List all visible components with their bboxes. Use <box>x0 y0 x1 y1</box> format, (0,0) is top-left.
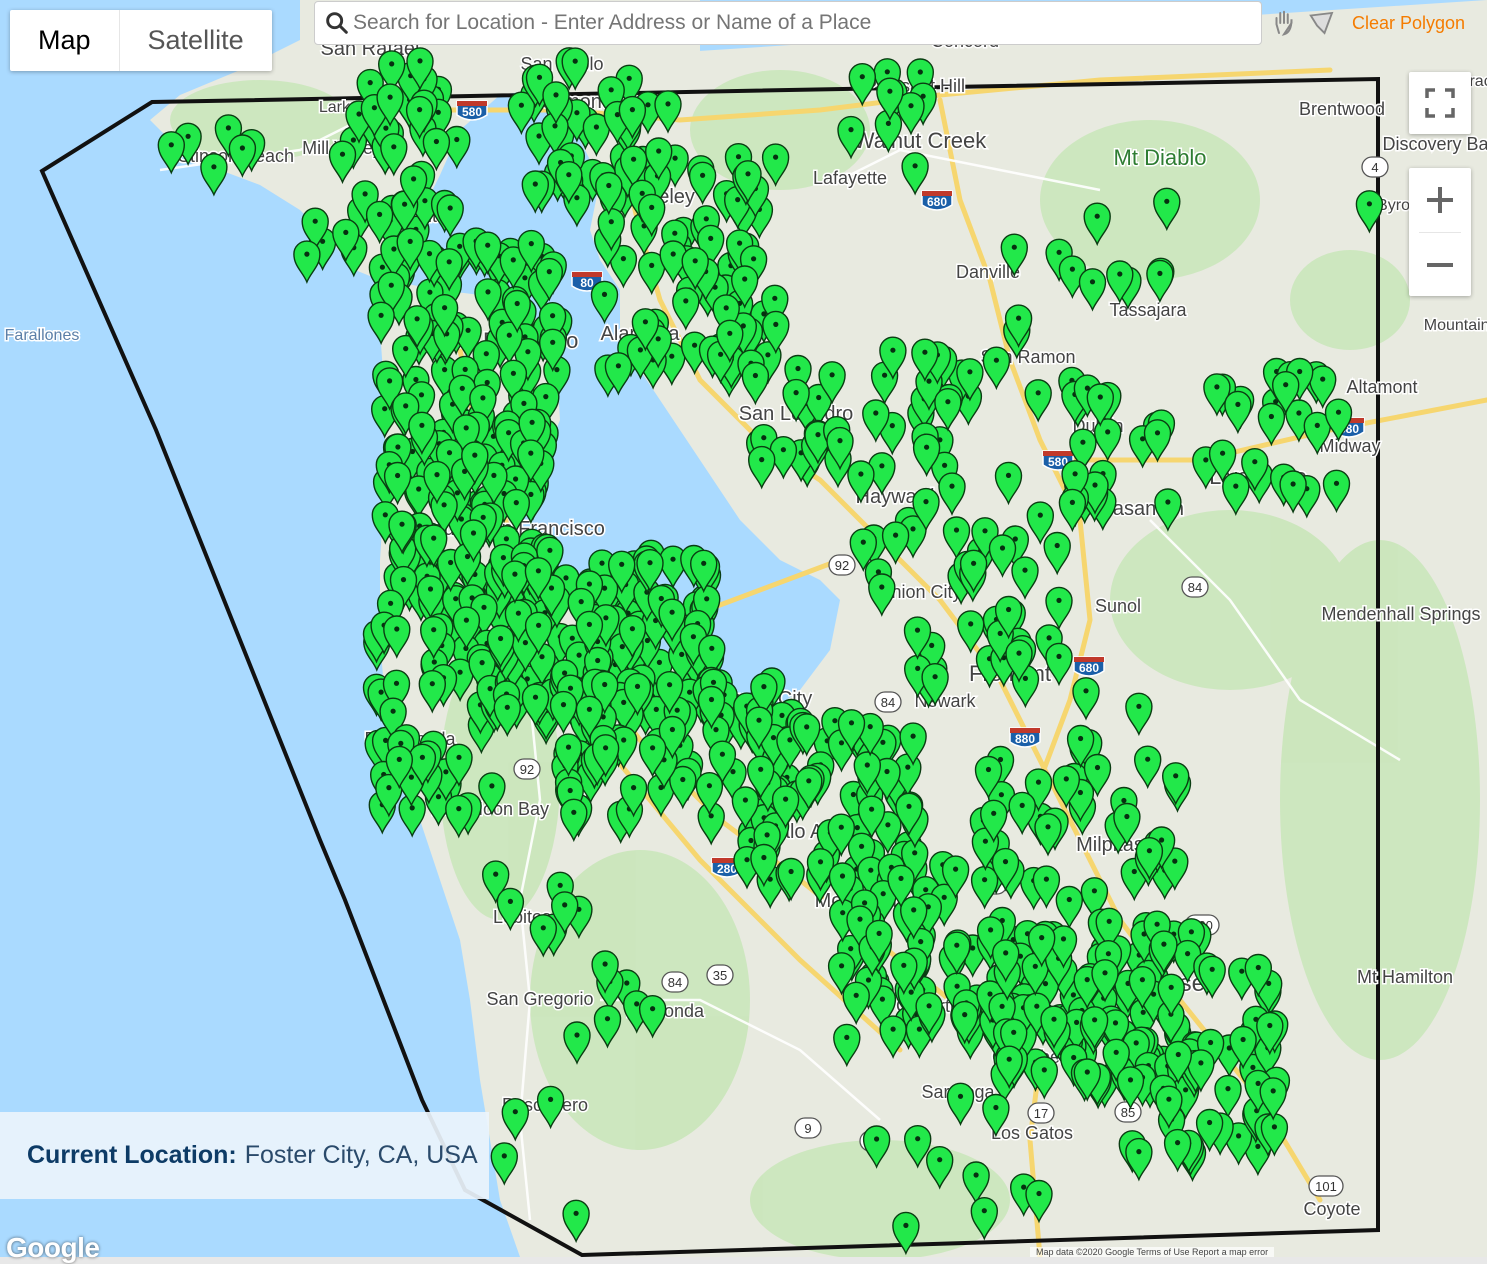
hand-icon[interactable] <box>1268 8 1300 38</box>
shield-label: 92 <box>520 762 534 777</box>
shield-label: 680 <box>927 195 947 209</box>
place-label: Lafayette <box>813 168 887 188</box>
zoom-in-button[interactable] <box>1409 168 1471 232</box>
search-icon <box>326 12 348 34</box>
place-label: Mt Diablo <box>1114 145 1207 170</box>
search-bar <box>314 1 1262 45</box>
place-label: San Gregorio <box>486 989 593 1009</box>
shield-label: 84 <box>668 975 682 990</box>
place-label: Sunol <box>1095 596 1141 616</box>
shield-label: 4 <box>1371 160 1378 175</box>
current-location-label: Current Location: <box>27 1141 237 1169</box>
plus-icon <box>1427 187 1453 213</box>
road-shield-state: 84 <box>661 971 689 993</box>
place-label: Mendenhall Springs <box>1321 604 1480 624</box>
place-label: Brentwood <box>1299 99 1385 119</box>
road-shield-state: 17 <box>1027 1102 1055 1124</box>
shield-label: 17 <box>1034 1106 1048 1121</box>
road-shield-state: 92 <box>513 758 541 780</box>
map-attribution[interactable]: Map data ©2020 Google Terms of Use Repor… <box>1030 1247 1275 1257</box>
map-button[interactable]: Map <box>10 10 120 71</box>
place-label: Walnut Creek <box>854 128 987 153</box>
shield-label: 84 <box>881 695 895 710</box>
road-shield-state: 35 <box>706 964 734 986</box>
place-label: Mountain House <box>1424 317 1487 334</box>
place-label: Midway <box>1319 436 1380 456</box>
place-label: Mt Hamilton <box>1357 967 1453 987</box>
google-logo: Google <box>6 1232 100 1263</box>
road-shield-state: 4 <box>1361 156 1389 178</box>
shield-label: 580 <box>462 105 482 119</box>
drawing-tools: Clear Polygon <box>1268 8 1465 38</box>
fullscreen-button[interactable] <box>1409 72 1471 134</box>
place-label: Tassajara <box>1109 300 1187 320</box>
road-shield-state: 9 <box>794 1117 822 1139</box>
road-shield-state: 92 <box>828 554 856 576</box>
current-location-panel: Current Location: Foster City, CA, USA <box>0 1112 489 1199</box>
place-label: Farallones <box>5 327 80 344</box>
shield-label: 101 <box>1315 1179 1337 1194</box>
search-input[interactable] <box>351 10 1235 36</box>
shield-label: 880 <box>1015 732 1035 746</box>
road-shield-state: 84 <box>874 691 902 713</box>
current-location-value: Foster City, CA, USA <box>244 1141 478 1169</box>
road-shield-interstate: 580 <box>456 100 488 121</box>
shield-label: 35 <box>713 968 727 983</box>
shield-label: 9 <box>804 1121 811 1136</box>
clear-polygon-button[interactable]: Clear Polygon <box>1352 13 1465 34</box>
road-shield-state: 84 <box>1181 576 1209 598</box>
shield-label: 84 <box>1188 580 1202 595</box>
road-shield-interstate: 880 <box>1009 727 1041 748</box>
map-canvas[interactable]: San RafaelConcordPleasant HillWalnut Cre… <box>0 0 1487 1257</box>
shield-label: 680 <box>1079 661 1099 675</box>
shield-label: 92 <box>835 558 849 573</box>
road-shield-interstate: 680 <box>1073 656 1105 677</box>
zoom-out-button[interactable] <box>1409 233 1471 297</box>
shield-label: 80 <box>580 276 594 290</box>
map-type-control: Map Satellite <box>10 10 272 71</box>
satellite-button[interactable]: Satellite <box>120 10 272 71</box>
road-shield-us: 101 <box>1308 1175 1344 1197</box>
place-label: Coyote <box>1303 1199 1360 1219</box>
shield-label: 85 <box>1121 1105 1135 1120</box>
polygon-draw-icon[interactable] <box>1306 8 1338 38</box>
zoom-control <box>1409 168 1471 296</box>
road-shield-interstate: 680 <box>921 190 953 211</box>
place-label: Altamont <box>1346 377 1417 397</box>
place-label: Discovery Bay <box>1382 134 1487 154</box>
road-shield-state: 85 <box>1114 1101 1142 1123</box>
minus-icon <box>1427 263 1453 267</box>
fullscreen-icon <box>1425 88 1455 118</box>
place-label: Los Gatos <box>991 1123 1073 1143</box>
